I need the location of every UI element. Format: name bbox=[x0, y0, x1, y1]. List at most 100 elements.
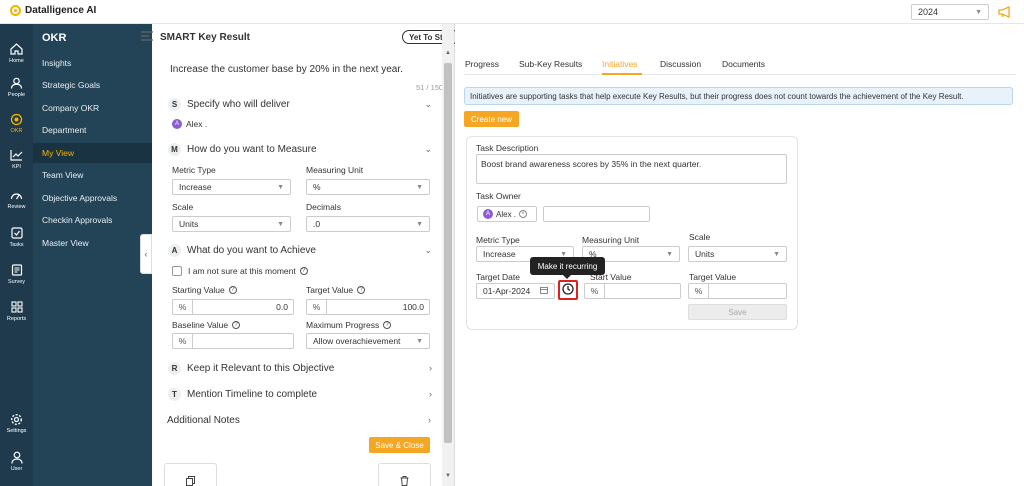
brand-logo[interactable]: Datalligence AI bbox=[10, 5, 96, 16]
calendar-icon[interactable] bbox=[540, 286, 548, 296]
rail-review[interactable]: Review bbox=[0, 182, 33, 216]
help-icon[interactable]: ? bbox=[383, 321, 392, 329]
target-date-value: 01-Apr-2024 bbox=[483, 286, 531, 296]
chevron-down-icon: ▼ bbox=[773, 250, 780, 258]
chevron-right-icon: › bbox=[429, 389, 432, 399]
task-target-value-input[interactable]: % bbox=[688, 283, 787, 299]
baseline-value-input[interactable]: % bbox=[172, 333, 294, 349]
section-timeline[interactable]: T Mention Timeline to complete › bbox=[168, 387, 432, 401]
rail-people[interactable]: People bbox=[0, 70, 33, 104]
scroll-down-icon[interactable]: ▼ bbox=[445, 473, 451, 479]
measuring-unit-select[interactable]: % ▼ bbox=[306, 179, 430, 195]
rail-user[interactable]: User bbox=[0, 444, 33, 478]
top-bar bbox=[0, 0, 1024, 24]
section-measure[interactable]: M How do you want to Measure ⌄ bbox=[168, 142, 432, 156]
subnav-item-master-view[interactable]: Master View bbox=[33, 233, 152, 253]
rail-label: Home bbox=[9, 57, 24, 64]
task-metric-type-label: Metric Type bbox=[476, 235, 520, 245]
initiatives-info-banner: Initiatives are supporting tasks that he… bbox=[464, 87, 1013, 105]
help-icon[interactable]: ? bbox=[299, 267, 308, 275]
task-scale-select[interactable]: Units ▼ bbox=[688, 246, 787, 262]
left-panel-scrollbar[interactable]: ▲ ▼ bbox=[442, 24, 454, 486]
task-owner-chip[interactable]: A Alex . × bbox=[477, 206, 537, 222]
trash-icon bbox=[400, 476, 409, 486]
help-icon[interactable]: ? bbox=[228, 286, 237, 294]
save-initiative-button[interactable]: Save bbox=[688, 304, 787, 320]
measuring-unit-value: % bbox=[313, 182, 321, 192]
make-recurring-button[interactable] bbox=[558, 280, 578, 300]
subnav-item-strategic-goals[interactable]: Strategic Goals bbox=[33, 75, 152, 95]
help-icon[interactable]: ? bbox=[232, 321, 241, 329]
reports-icon bbox=[10, 301, 24, 314]
subnav-item-insights[interactable]: Insights bbox=[33, 53, 152, 73]
not-sure-checkbox[interactable] bbox=[172, 266, 182, 276]
rail-okr[interactable]: OKR bbox=[0, 106, 33, 140]
target-value-input[interactable]: % 100.0 bbox=[306, 299, 430, 315]
key-result-title[interactable]: Increase the customer base by 20% in the… bbox=[170, 64, 403, 75]
metric-type-label: Metric Type bbox=[172, 165, 216, 175]
maximum-progress-value: Allow overachievement bbox=[313, 336, 401, 346]
help-icon[interactable]: ? bbox=[357, 286, 366, 294]
smart-key-result-panel: SMART Key Result Yet To Start Increase t… bbox=[152, 24, 460, 486]
section-additional-notes[interactable]: Additional Notes › bbox=[167, 413, 431, 427]
active-tab-indicator bbox=[602, 73, 642, 75]
scroll-up-icon[interactable]: ▲ bbox=[445, 50, 451, 56]
copy-icon bbox=[186, 476, 195, 486]
chevron-down-icon: ⌄ bbox=[424, 98, 432, 109]
starting-value-input[interactable]: % 0.0 bbox=[172, 299, 294, 315]
tab-documents[interactable]: Documents bbox=[722, 59, 765, 73]
target-date-input[interactable]: 01-Apr-2024 bbox=[476, 283, 555, 299]
chevron-down-icon: ▼ bbox=[975, 8, 982, 16]
maximum-progress-select[interactable]: Allow overachievement ▼ bbox=[306, 333, 430, 349]
section-relevant[interactable]: R Keep it Relevant to this Objective › bbox=[168, 361, 432, 375]
delete-button[interactable] bbox=[378, 463, 431, 486]
year-select[interactable]: 2024 ▼ bbox=[911, 4, 989, 20]
task-owner-search-input[interactable] bbox=[543, 206, 650, 222]
scroll-thumb[interactable] bbox=[444, 63, 452, 443]
task-description-textarea[interactable]: Boost brand awareness scores by 35% in t… bbox=[476, 154, 787, 184]
owner-name: Alex . bbox=[186, 119, 208, 129]
target-value: 100.0 bbox=[402, 302, 424, 312]
decimals-select[interactable]: .0 ▼ bbox=[306, 216, 430, 232]
scale-select[interactable]: Units ▼ bbox=[172, 216, 291, 232]
rail-label: Tasks bbox=[9, 241, 24, 248]
unit-prefix: % bbox=[585, 284, 605, 298]
subnav-item-objective-approvals[interactable]: Objective Approvals bbox=[33, 188, 152, 208]
rail-kpi[interactable]: KPI bbox=[0, 142, 33, 176]
tab-initiatives[interactable]: Initiatives bbox=[602, 59, 637, 73]
tab-sub-key-results[interactable]: Sub-Key Results bbox=[519, 59, 582, 73]
rail-survey[interactable]: Survey bbox=[0, 257, 33, 291]
rail-home[interactable]: Home bbox=[0, 36, 33, 70]
subnav-item-checkin-approvals[interactable]: Checkin Approvals bbox=[33, 210, 152, 230]
rail-tasks[interactable]: Tasks bbox=[0, 220, 33, 254]
task-description-label: Task Description bbox=[476, 143, 539, 153]
starting-value-text: Starting Value bbox=[172, 285, 225, 295]
announcement-megaphone-icon[interactable] bbox=[997, 4, 1013, 20]
remove-owner-icon[interactable]: × bbox=[519, 210, 528, 218]
section-specify[interactable]: S Specify who will deliver ⌄ bbox=[168, 97, 432, 111]
create-new-button[interactable]: Create new bbox=[464, 111, 519, 127]
kpi-chart-icon bbox=[10, 149, 24, 162]
rail-settings[interactable]: Settings bbox=[0, 406, 33, 440]
rail-label: Review bbox=[7, 203, 26, 210]
collapse-sidebar-handle[interactable]: ‹ bbox=[140, 234, 152, 274]
tab-discussion[interactable]: Discussion bbox=[660, 59, 701, 73]
subnav-item-team-view[interactable]: Team View bbox=[33, 165, 152, 185]
start-value-input[interactable]: % bbox=[584, 283, 681, 299]
chevron-right-icon: › bbox=[429, 363, 432, 373]
subnav-item-my-view[interactable]: My View bbox=[33, 143, 152, 163]
tab-progress[interactable]: Progress bbox=[465, 59, 499, 73]
subnav-item-company-okr[interactable]: Company OKR bbox=[33, 98, 152, 118]
metric-type-select[interactable]: Increase ▼ bbox=[172, 179, 291, 195]
menu-toggle-icon[interactable] bbox=[141, 31, 153, 43]
save-close-button[interactable]: Save & Close bbox=[369, 437, 430, 453]
section-achieve[interactable]: A What do you want to Achieve ⌄ bbox=[168, 243, 432, 257]
copy-button[interactable] bbox=[164, 463, 217, 486]
okr-subnav: OKR Insights Strategic Goals Company OKR… bbox=[33, 24, 152, 486]
chevron-down-icon: ▼ bbox=[277, 183, 284, 191]
decimals-label: Decimals bbox=[306, 202, 341, 212]
rail-label: User bbox=[10, 465, 23, 472]
chevron-down-icon: ▼ bbox=[416, 220, 423, 228]
subnav-item-department[interactable]: Department bbox=[33, 120, 152, 140]
rail-reports[interactable]: Reports bbox=[0, 294, 33, 328]
